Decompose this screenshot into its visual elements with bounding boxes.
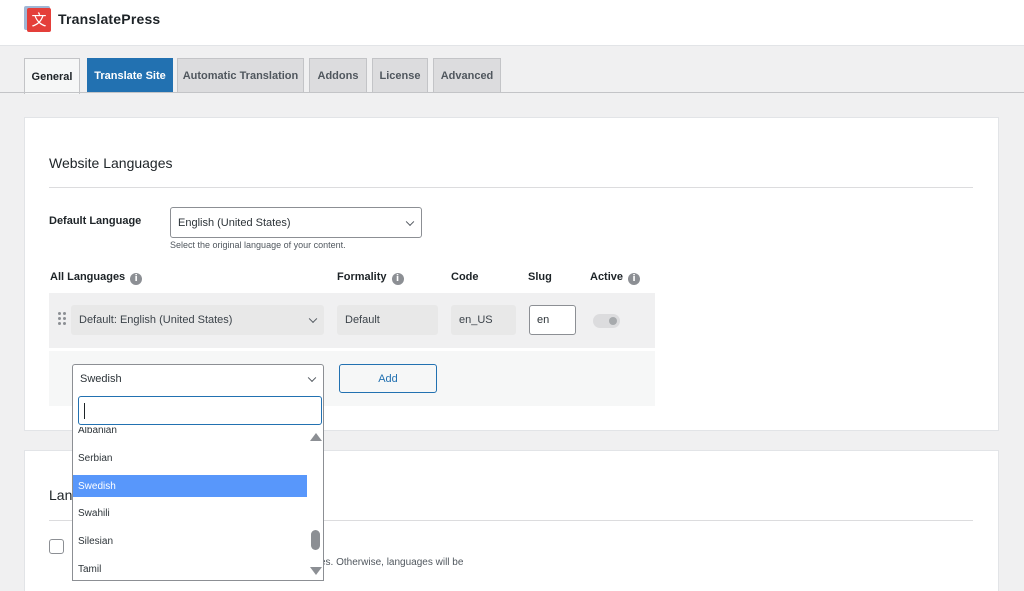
tab-general[interactable]: General: [24, 58, 80, 94]
app-title: TranslatePress: [58, 11, 161, 27]
add-language-select[interactable]: Swedish: [72, 364, 324, 394]
second-section-heading: Lan: [49, 487, 73, 503]
column-slug: Slug: [528, 271, 552, 283]
tab-license[interactable]: License: [372, 58, 428, 93]
dropdown-option-albanian[interactable]: Albanian: [73, 427, 307, 441]
language-dropdown: Albanian Serbian Swedish Swahili Silesia…: [72, 393, 324, 581]
tab-automatic-translation[interactable]: Automatic Translation: [177, 58, 304, 93]
dropdown-options: Albanian Serbian Swedish Swahili Silesia…: [73, 427, 307, 580]
dropdown-option-serbian[interactable]: Serbian: [73, 447, 307, 469]
row-language-select: Default: English (United States): [71, 305, 324, 335]
scroll-up-arrow-icon[interactable]: [310, 433, 322, 441]
default-language-select[interactable]: English (United States): [170, 207, 422, 238]
section-divider: [49, 187, 973, 188]
dropdown-option-swedish[interactable]: Swedish: [73, 475, 307, 497]
default-language-label: Default Language: [49, 215, 142, 227]
option-checkbox[interactable]: [49, 539, 64, 554]
tab-translate-site[interactable]: Translate Site: [87, 58, 173, 93]
row-slug-input[interactable]: en: [529, 305, 576, 335]
chevron-down-icon: [308, 314, 318, 324]
column-all-languages: All Languages i: [50, 271, 143, 285]
option-description: es. Otherwise, languages will be: [320, 557, 464, 568]
tab-divider: [0, 92, 1024, 93]
add-language-button[interactable]: Add: [339, 364, 437, 393]
column-code: Code: [451, 271, 479, 283]
info-icon[interactable]: i: [130, 273, 143, 285]
default-language-value: English (United States): [178, 216, 291, 229]
dropdown-search-input[interactable]: [78, 396, 322, 425]
row-formality: Default: [337, 305, 438, 335]
info-icon[interactable]: i: [628, 273, 641, 285]
chevron-down-icon: [405, 217, 415, 226]
info-icon[interactable]: i: [391, 273, 404, 285]
header-bar: 文 TranslatePress: [0, 0, 1024, 46]
column-formality: Formality i: [337, 271, 404, 285]
text-caret: [84, 403, 85, 419]
default-language-help: Select the original language of your con…: [170, 240, 346, 250]
translate-icon: 文: [27, 8, 51, 32]
chevron-down-icon: [307, 373, 317, 383]
drag-handle-icon[interactable]: [58, 312, 66, 326]
dropdown-option-silesian[interactable]: Silesian: [73, 530, 307, 552]
scrollbar-thumb[interactable]: [311, 530, 320, 550]
section-heading: Website Languages: [49, 155, 173, 171]
row-code: en_US: [451, 305, 516, 335]
tab-advanced[interactable]: Advanced: [433, 58, 501, 93]
scroll-down-arrow-icon[interactable]: [310, 567, 322, 575]
add-language-value: Swedish: [80, 373, 122, 385]
column-active: Active i: [590, 271, 641, 285]
translatepress-logo: 文: [24, 6, 51, 32]
row-active-toggle[interactable]: [593, 314, 620, 328]
tab-addons[interactable]: Addons: [309, 58, 367, 93]
dropdown-option-tamil[interactable]: Tamil: [73, 558, 307, 580]
dropdown-option-swahili[interactable]: Swahili: [73, 502, 307, 524]
